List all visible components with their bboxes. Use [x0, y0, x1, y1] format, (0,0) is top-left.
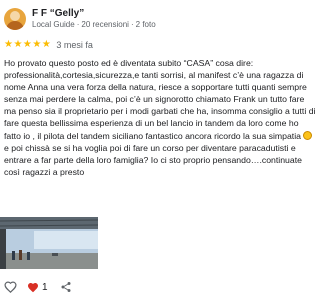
hangar-photo-icon	[0, 217, 98, 269]
review-text-part1: Ho provato questo posto ed è diventata s…	[4, 58, 316, 141]
smiley-emoji-icon	[303, 130, 313, 140]
heart-outline-icon	[4, 281, 17, 293]
star-rating: ★★★★★	[4, 39, 52, 50]
share-button[interactable]	[60, 281, 72, 293]
like-button[interactable]	[4, 281, 17, 293]
reviewer-name[interactable]: F F “Gelly”	[32, 8, 84, 20]
like-count: 1	[42, 281, 48, 293]
review-text-part2: e poi chissà se si ha voglia poi di fare…	[4, 142, 302, 177]
photo-count: 2 foto	[135, 20, 156, 29]
rating-row: ★★★★★ 3 mesi fa	[4, 39, 93, 51]
reviewer-header: F F “Gelly” Local Guide · 20 recensioni · 2 …	[4, 8, 316, 30]
local-guide-badge: Local Guide	[32, 20, 75, 29]
review-time: 3 mesi fa	[56, 40, 93, 50]
heart-filled-icon	[28, 282, 38, 292]
avatar[interactable]	[4, 8, 26, 30]
review-text: Ho provato questo posto ed è diventata s…	[4, 57, 316, 178]
review-count: 20 recensioni	[81, 20, 129, 29]
separator-dot: ·	[130, 20, 134, 29]
reviewer-meta: Local Guide · 20 recensioni · 2 foto	[32, 20, 156, 30]
separator-dot: ·	[76, 20, 80, 29]
review-photo[interactable]	[0, 217, 98, 269]
action-row: 1	[4, 280, 72, 294]
liked-indicator[interactable]	[27, 282, 39, 293]
share-icon	[61, 282, 71, 292]
